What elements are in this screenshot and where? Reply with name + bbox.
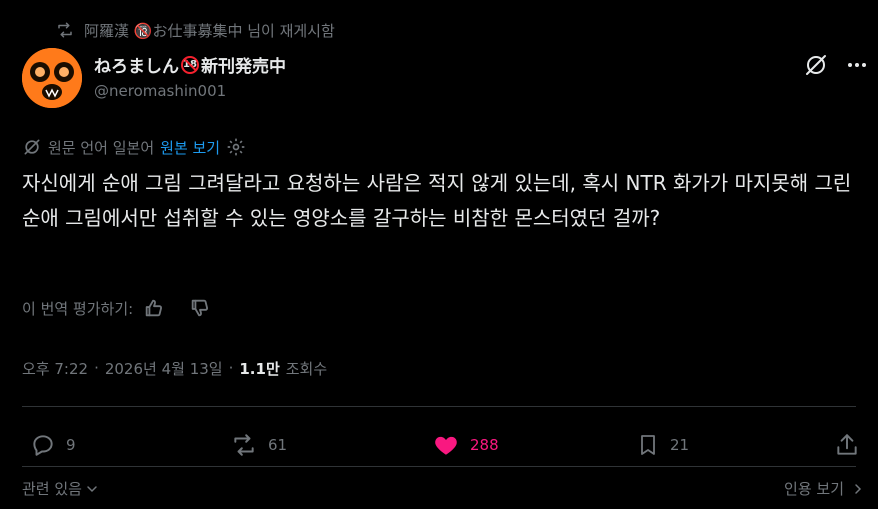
view-quotes-label: 인용 보기: [784, 480, 844, 498]
author-name[interactable]: ねろましん 18 新刊発売中: [94, 52, 286, 77]
thumbs-down-icon[interactable]: [189, 297, 211, 319]
tweet-date[interactable]: 2026년 4월 13일: [105, 358, 223, 379]
repost-count: 61: [268, 436, 288, 454]
author-name-suffix: 新刊発売中: [201, 57, 286, 77]
translation-rating: 이 번역 평가하기:: [22, 294, 211, 322]
repost-icon: [234, 434, 254, 456]
view-count: 1.1만: [239, 359, 280, 378]
thumbs-up-icon[interactable]: [143, 297, 165, 319]
bookmark-button[interactable]: 21: [636, 428, 689, 462]
chevron-right-icon: [855, 483, 862, 494]
adult-content-badge: 18: [181, 55, 199, 74]
meta-separator: ·: [228, 359, 234, 377]
reply-count: 9: [66, 436, 76, 454]
avatar-image: [22, 48, 82, 108]
more-options-icon[interactable]: [844, 52, 870, 78]
like-count: 288: [470, 436, 499, 454]
view-quotes-link[interactable]: 인용 보기: [784, 478, 866, 499]
divider: [22, 406, 856, 407]
bookmark-icon: [641, 435, 655, 455]
repost-icon: [58, 22, 72, 38]
views-label: 조회수: [285, 359, 328, 378]
divider: [22, 466, 856, 467]
share-button[interactable]: [834, 428, 860, 462]
bookmark-count: 21: [670, 436, 690, 454]
grok-icon[interactable]: [803, 52, 829, 78]
repost-indicator[interactable]: 阿羅漢 🔞お仕事募集中 님이 재게시함: [56, 18, 335, 42]
like-button[interactable]: 288: [432, 428, 499, 462]
translation-source-label: 원문 언어 일본어: [48, 138, 155, 157]
avatar[interactable]: [22, 48, 82, 108]
translation-info: 원문 언어 일본어 원본 보기: [22, 134, 246, 160]
tweet-meta: 오후 7:22 · 2026년 4월 13일 · 1.1만 조회수: [22, 354, 327, 382]
show-original-link[interactable]: 원본 보기: [160, 137, 220, 158]
related-label: 관련 있음: [22, 480, 82, 498]
gear-icon[interactable]: [226, 137, 246, 157]
repost-button[interactable]: 61: [230, 428, 287, 462]
author-handle[interactable]: @neromashin001: [94, 82, 226, 100]
meta-separator: ·: [94, 359, 99, 377]
translate-icon: [24, 139, 40, 155]
tweet-time[interactable]: 오후 7:22: [22, 358, 88, 379]
share-icon: [837, 434, 857, 455]
heart-icon: [435, 436, 457, 455]
chevron-down-icon: [87, 485, 97, 492]
reply-icon: [33, 435, 53, 456]
tweet-text: 자신에게 순애 그림 그려달라고 요청하는 사람은 적지 않게 있는데, 혹시 …: [22, 171, 852, 230]
rating-label: 이 번역 평가하기:: [22, 299, 134, 318]
author-name-prefix: ねろましん: [94, 57, 179, 77]
related-toggle[interactable]: 관련 있음: [22, 478, 100, 499]
reply-button[interactable]: 9: [30, 428, 76, 462]
repost-text: 阿羅漢 🔞お仕事募集中 님이 재게시함: [84, 21, 335, 40]
